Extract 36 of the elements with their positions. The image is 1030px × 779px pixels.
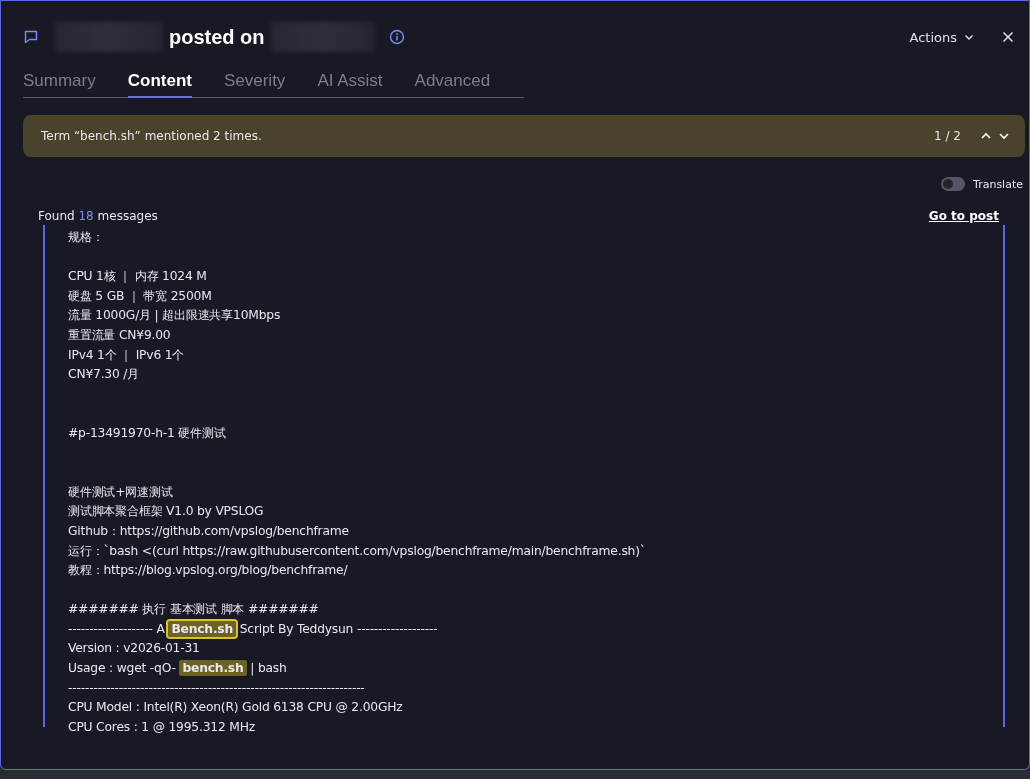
banner-text: Term “bench.sh” mentioned 2 times. bbox=[41, 129, 262, 143]
tab[interactable]: Advanced bbox=[414, 67, 491, 98]
chat-icon bbox=[23, 29, 39, 45]
tab[interactable]: Severity bbox=[223, 67, 286, 98]
translate-toggle[interactable] bbox=[941, 177, 966, 191]
message-line: 教程：https://blog.vpslog.org/blog/benchframe/ bbox=[68, 562, 349, 580]
tab[interactable]: Summary bbox=[23, 67, 96, 98]
result-count: Found 18 messages bbox=[38, 209, 158, 223]
message-line: ---------------------------------------------------------------------- bbox=[68, 679, 366, 697]
message-line: CPU 1核 ｜ 内存 1024 M bbox=[68, 268, 208, 286]
tab[interactable]: Content bbox=[127, 67, 192, 98]
message-line: -------------------- A Bench.sh Script By Teddysun ------------------- bbox=[68, 619, 439, 639]
message-line: Version : v2026-01-31 bbox=[68, 640, 201, 658]
close-icon[interactable] bbox=[1001, 30, 1015, 44]
translate-label: Translate bbox=[973, 177, 1023, 191]
message-line: IPv4 1个 ｜ IPv6 1个 bbox=[68, 346, 186, 364]
message-line: 测试脚本聚合框架 V1.0 by VPSLOG bbox=[68, 503, 265, 521]
actions-dropdown[interactable]: Actions bbox=[909, 29, 975, 45]
tab[interactable]: AI Assist bbox=[317, 67, 383, 98]
info-icon[interactable] bbox=[388, 29, 405, 45]
message-line: 硬盘 5 GB ｜ 带宽 2500M bbox=[68, 287, 213, 305]
message-line: ####### 执行 基本测试 脚本 ####### bbox=[68, 601, 320, 619]
go-to-post-link[interactable]: Go to post bbox=[928, 209, 999, 223]
message-line: 流量 1000G/月 | 超出限速共享10Mbps bbox=[68, 307, 282, 325]
message-line: CN¥7.30 /月 bbox=[68, 366, 141, 384]
message-line: Usage : wget -qO- bench.sh | bash bbox=[68, 659, 288, 679]
message-line: 规格： bbox=[68, 229, 105, 246]
message-line: Github：https://github.com/vpslog/benchframe bbox=[68, 522, 350, 540]
message-line: CPU Cores : 1 @ 1995.312 MHz bbox=[68, 718, 256, 736]
message-line: 硬件测试+网速测试 bbox=[68, 483, 174, 501]
message-line: 重置流量 CN¥9.00 bbox=[68, 326, 172, 344]
dialog-title: posted on bbox=[169, 25, 265, 49]
message-line: 运行：`bash <(curl https://raw.githubusercontent.com/vpslog/benchframe/main/benchframe.sh)` bbox=[68, 542, 647, 560]
match-counter: 1 / 2 bbox=[934, 129, 961, 143]
message-line: CPU Model : Intel(R) Xeon(R) Gold 6138 CPU @ 2.00GHz bbox=[68, 699, 404, 717]
message-line: #p-13491970-h-1 硬件测试 bbox=[68, 424, 227, 442]
